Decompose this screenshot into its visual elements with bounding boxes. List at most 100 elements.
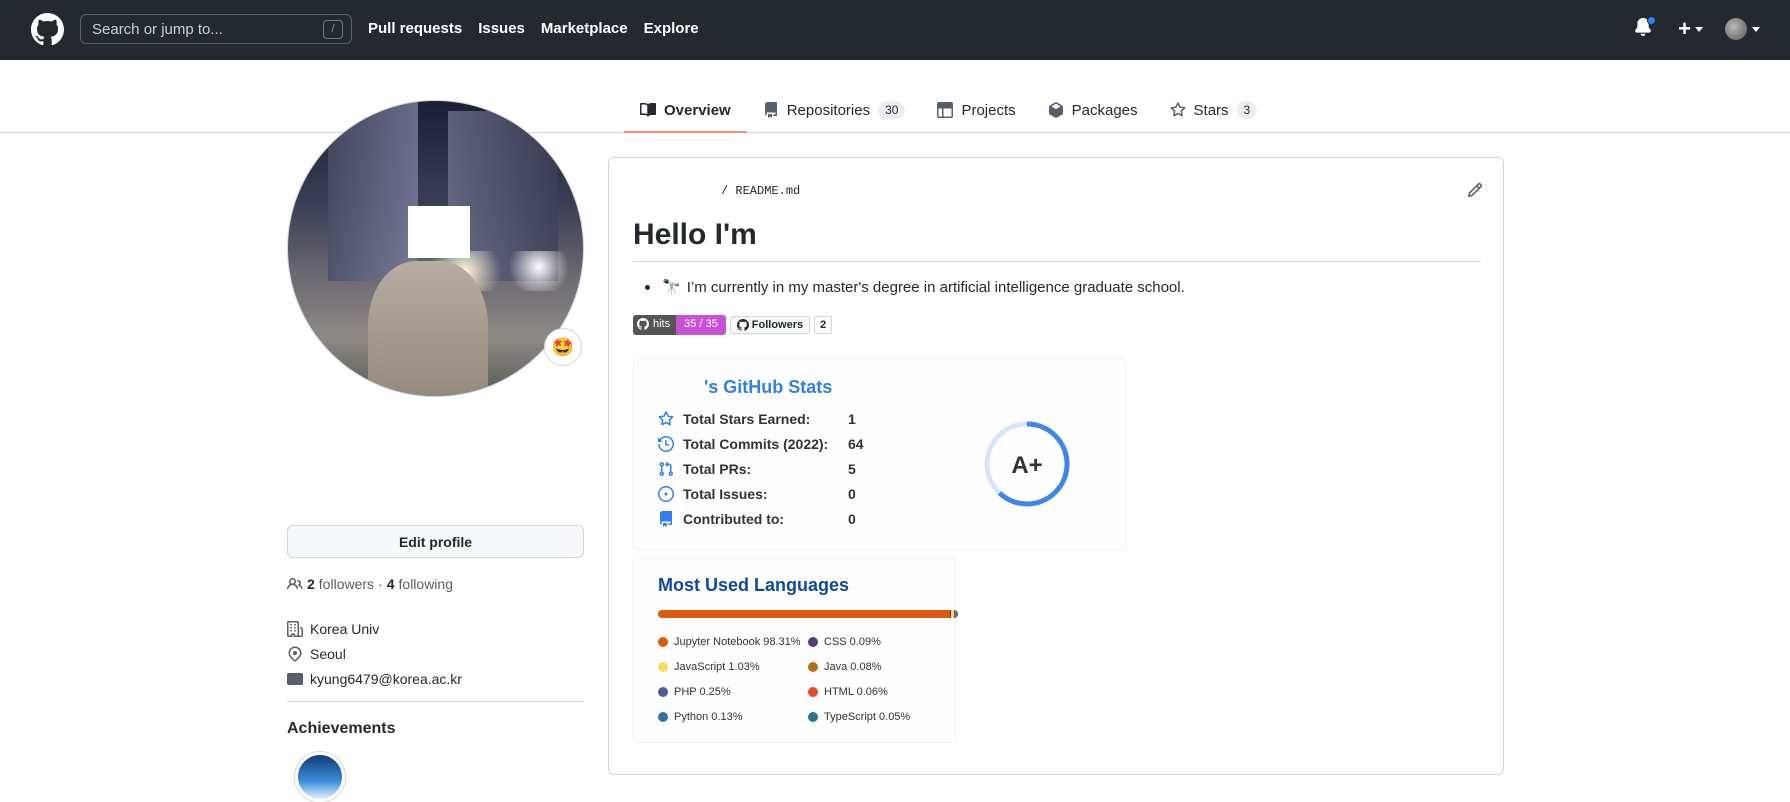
github-logo-icon[interactable]	[31, 13, 64, 46]
chevron-down-icon	[1752, 26, 1760, 32]
book-icon	[640, 102, 656, 117]
language-label: HTML 0.06%	[824, 686, 888, 698]
followers-badge[interactable]: Followers 2	[729, 315, 833, 335]
follow-stats: 2 followers · 4 following	[287, 576, 453, 592]
readme-path[interactable]: / README.md	[721, 184, 800, 198]
stat-row-commits: Total Commits (2022): 64	[658, 436, 864, 452]
organization-text: Korea Univ	[310, 620, 380, 637]
language-color-dot	[658, 662, 668, 672]
pencil-icon[interactable]	[1467, 182, 1483, 198]
nav-explore[interactable]: Explore	[644, 20, 699, 37]
edit-profile-button[interactable]: Edit profile	[287, 525, 584, 558]
tab-label: Overview	[664, 101, 731, 119]
notifications-bell-icon[interactable]	[1634, 16, 1657, 41]
people-icon	[287, 577, 303, 590]
stat-label: Total Issues:	[683, 486, 768, 502]
status-emoji-button[interactable]: 🤩	[544, 328, 582, 366]
star-icon	[658, 411, 674, 426]
repo-icon	[764, 102, 777, 118]
create-new-button[interactable]: +	[1678, 16, 1703, 42]
achievements-heading: Achievements	[287, 720, 396, 737]
tab-packages[interactable]: Packages	[1032, 90, 1154, 130]
language-bar-segment	[957, 610, 958, 618]
language-label: Jupyter Notebook 98.31%	[674, 636, 801, 648]
redaction-box	[408, 206, 470, 258]
readme-badges: hits 35 / 35 Followers 2	[633, 315, 833, 335]
language-label: PHP 0.25%	[674, 686, 731, 698]
language-color-dot	[658, 687, 668, 697]
stat-label: Total Stars Earned:	[683, 411, 811, 427]
following-link[interactable]: following	[399, 576, 453, 592]
header-actions: +	[1634, 16, 1760, 42]
location-icon	[288, 645, 302, 662]
rank-grade: A+	[1011, 452, 1042, 479]
avatar	[1725, 18, 1747, 40]
rank-circle: A+	[984, 421, 1070, 507]
search-input[interactable]: Search or jump to... /	[80, 14, 352, 44]
tab-projects[interactable]: Projects	[921, 90, 1031, 130]
language-label: JavaScript 1.03%	[674, 661, 760, 673]
telescope-icon: 🔭	[662, 279, 681, 296]
readme-heading: Hello I'm	[633, 218, 757, 251]
profile-tabbar: Overview Repositories 30 Projects Packag…	[0, 60, 1790, 133]
followers-link[interactable]: followers	[319, 576, 374, 592]
divider	[287, 701, 584, 702]
history-icon	[658, 436, 674, 452]
readme-filename: README.md	[735, 184, 801, 198]
notification-indicator	[1647, 16, 1657, 25]
search-placeholder: Search or jump to...	[92, 21, 223, 38]
search-shortcut-key: /	[323, 20, 343, 39]
tab-label: Stars	[1193, 101, 1229, 119]
email-row: kyung6479@korea.ac.kr	[287, 666, 462, 691]
language-color-dot	[658, 712, 668, 722]
language-label: CSS 0.09%	[824, 636, 881, 648]
tab-repositories[interactable]: Repositories 30	[747, 90, 922, 130]
readme-card: / README.md Hello I'm 🔭 I’m currently in…	[608, 157, 1504, 775]
stat-value: 1	[848, 411, 856, 427]
stat-label: Total PRs:	[683, 461, 752, 477]
language-color-dot	[658, 637, 668, 647]
stat-row-stars: Total Stars Earned: 1	[658, 411, 856, 427]
language-legend-item: Python 0.13%	[658, 711, 743, 723]
stat-value: 0	[848, 486, 856, 502]
languages-progress-bar	[658, 610, 958, 618]
profile-avatar[interactable]	[287, 100, 584, 397]
readme-bullet-text: I’m currently in my master's degree in a…	[686, 278, 1185, 296]
stat-row-issues: Total Issues: 0	[658, 486, 856, 502]
nav-issues[interactable]: Issues	[478, 20, 525, 37]
github-stats-card: 's GitHub Stats Total Stars Earned: 1 To…	[633, 358, 1126, 550]
star-icon	[1170, 102, 1185, 117]
following-count[interactable]: 4	[387, 576, 395, 592]
location-text: Seoul	[310, 645, 346, 662]
tab-overview[interactable]: Overview	[624, 90, 747, 133]
nav-marketplace[interactable]: Marketplace	[541, 20, 628, 37]
global-header: Search or jump to... / Pull requests Iss…	[0, 0, 1790, 60]
user-menu-button[interactable]	[1725, 18, 1760, 40]
location-row: Seoul	[287, 641, 462, 666]
language-color-dot	[808, 687, 818, 697]
email-link[interactable]: kyung6479@korea.ac.kr	[310, 671, 462, 687]
mail-icon	[287, 672, 303, 685]
github-icon	[736, 319, 749, 331]
tab-label: Repositories	[786, 101, 871, 119]
followers-count[interactable]: 2	[307, 576, 315, 592]
stat-label: Contributed to:	[683, 511, 785, 527]
language-label: TypeScript 0.05%	[824, 711, 911, 723]
nav-pull-requests[interactable]: Pull requests	[368, 20, 462, 37]
github-icon	[637, 318, 649, 330]
stat-label: Total Commits (2022):	[683, 436, 829, 452]
language-legend-item: CSS 0.09%	[808, 636, 881, 648]
issue-icon	[658, 486, 674, 502]
tab-label: Packages	[1071, 101, 1138, 119]
repositories-count-badge: 30	[878, 101, 906, 119]
package-icon	[1048, 102, 1063, 118]
profile-details: Korea Univ Seoul kyung6479@korea.ac.kr	[287, 616, 462, 691]
language-label: Java 0.08%	[824, 661, 882, 673]
achievement-badge[interactable]	[295, 752, 345, 802]
hits-value: 35 / 35	[676, 315, 726, 335]
stat-row-prs: Total PRs: 5	[658, 461, 856, 477]
tab-stars[interactable]: Stars 3	[1154, 90, 1274, 130]
follow-separator: ·	[378, 576, 383, 592]
language-color-dot	[808, 637, 818, 647]
hits-badge[interactable]: hits 35 / 35	[633, 315, 726, 335]
